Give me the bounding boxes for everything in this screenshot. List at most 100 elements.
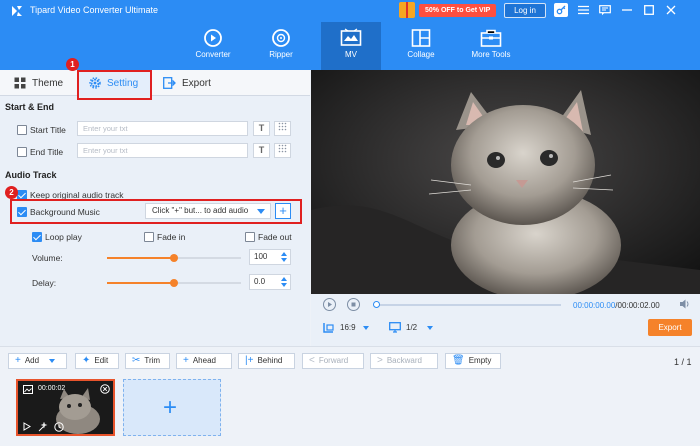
loop-play-label: Loop play	[45, 232, 82, 242]
highlight-box-setting	[77, 70, 152, 100]
fade-out-checkbox[interactable]	[245, 232, 255, 242]
stop-button[interactable]	[347, 298, 360, 311]
login-button[interactable]: Log in	[504, 3, 546, 18]
menu-icon[interactable]	[576, 3, 590, 17]
chat-icon[interactable]	[598, 3, 612, 17]
nav-mv[interactable]: MV	[321, 22, 381, 70]
fade-in-label: Fade in	[157, 232, 186, 242]
main-nav: Converter Ripper MV Collage More Tools	[0, 22, 700, 70]
maximize-icon[interactable]	[642, 3, 656, 17]
end-title-font-button[interactable]: T	[253, 143, 270, 158]
tab-theme-label: Theme	[32, 77, 64, 89]
nav-converter[interactable]: Converter	[183, 22, 243, 70]
nav-mv-label: MV	[345, 50, 357, 59]
chevron-down-icon[interactable]	[49, 359, 56, 363]
timeline-clip[interactable]: 00:00:02	[16, 379, 115, 436]
end-title-input[interactable]: Enter your txt	[77, 143, 248, 158]
forward-icon: <	[309, 355, 315, 366]
ahead-label: Ahead	[192, 356, 216, 365]
fade-in-checkbox[interactable]	[144, 232, 154, 242]
progress-thumb[interactable]	[373, 301, 380, 308]
volume-spinbox[interactable]: 100	[249, 249, 291, 265]
magic-wand-icon[interactable]	[38, 422, 48, 432]
app-logo-icon	[12, 6, 22, 16]
aspect-ratio-value[interactable]: 16:9	[340, 323, 356, 332]
start-title-font-button[interactable]: T	[253, 121, 270, 136]
behind-button[interactable]: |+ Behind	[238, 353, 295, 369]
increment-arrow-icon[interactable]	[281, 252, 287, 256]
decrement-arrow-icon[interactable]	[281, 258, 287, 262]
increment-arrow-icon[interactable]	[281, 277, 287, 281]
nav-collage[interactable]: Collage	[391, 22, 451, 70]
trash-icon: 🗑	[452, 355, 465, 366]
scissors-icon: ✂	[132, 355, 141, 366]
app-title: Tipard Video Converter Ultimate	[30, 5, 159, 15]
promo-banner[interactable]: 50% OFF to Get VIP	[399, 2, 497, 18]
delay-slider-thumb[interactable]	[170, 279, 178, 287]
aspect-ratio-icon	[323, 323, 334, 333]
delay-spinbox[interactable]: 0.0	[249, 274, 291, 290]
time-total: /00:00:02.00	[615, 301, 660, 310]
gift-icon	[399, 2, 415, 18]
trim-button[interactable]: ✂ Trim	[125, 353, 170, 369]
backward-button[interactable]: > Backward	[370, 353, 438, 369]
key-icon[interactable]	[554, 3, 568, 17]
nav-collage-label: Collage	[407, 50, 435, 59]
volume-slider-fill	[107, 257, 174, 259]
time-current: 00:00:00.00	[573, 301, 616, 310]
aspect-ratio-chevron-icon[interactable]	[363, 326, 369, 330]
timeline: 00:00:02 +	[0, 374, 700, 446]
volume-slider-thumb[interactable]	[170, 254, 178, 262]
loop-play-checkbox[interactable]	[32, 232, 42, 242]
theme-grid-icon	[14, 77, 26, 89]
tab-theme[interactable]: Theme	[14, 70, 63, 96]
converter-icon	[204, 29, 222, 47]
start-title-input[interactable]: Enter your txt	[77, 121, 248, 136]
clock-icon[interactable]	[54, 422, 64, 432]
volume-slider[interactable]	[107, 254, 241, 262]
tab-export[interactable]: Export	[163, 70, 211, 96]
start-end-heading: Start & End	[5, 102, 55, 112]
end-title-grid-button[interactable]	[274, 143, 291, 158]
end-title-checkbox[interactable]	[17, 147, 27, 157]
insert-behind-icon: |+	[245, 355, 254, 366]
add-clip-placeholder[interactable]: +	[123, 379, 221, 436]
minimize-icon[interactable]	[620, 3, 634, 17]
highlight-box-background-music	[10, 199, 302, 224]
collage-icon	[411, 29, 431, 47]
nav-ripper[interactable]: Ripper	[251, 22, 311, 70]
clip-toolbar: + Add ✦ Edit ✂ Trim + Ahead |+ Behind < …	[0, 346, 700, 374]
step-badge-1: 1	[66, 58, 79, 71]
plus-icon: +	[163, 394, 178, 421]
nav-more-tools[interactable]: More Tools	[461, 22, 521, 70]
empty-button[interactable]: 🗑 Empty	[445, 353, 501, 369]
start-title-grid-button[interactable]	[274, 121, 291, 136]
trim-label: Trim	[144, 356, 161, 365]
forward-button[interactable]: < Forward	[302, 353, 364, 369]
decrement-arrow-icon[interactable]	[281, 283, 287, 287]
start-title-checkbox[interactable]	[17, 125, 27, 135]
export-button[interactable]: Export	[648, 319, 692, 336]
tab-bar: Theme Setting Export	[0, 70, 310, 96]
volume-icon[interactable]	[679, 298, 691, 310]
ripper-icon	[272, 29, 290, 47]
playback-progress[interactable]	[373, 301, 561, 308]
clip-duration: 00:00:02	[38, 385, 66, 392]
preview-page-value[interactable]: 1/2	[406, 323, 417, 332]
edit-button[interactable]: ✦ Edit	[75, 353, 119, 369]
mv-icon	[340, 28, 362, 46]
delay-slider-fill	[107, 282, 174, 284]
add-button[interactable]: + Add	[8, 353, 67, 369]
play-button[interactable]	[323, 298, 336, 311]
play-icon[interactable]	[23, 422, 31, 431]
close-icon[interactable]	[664, 3, 678, 17]
ahead-button[interactable]: + Ahead	[176, 353, 232, 369]
kitten-preview-image	[311, 70, 700, 294]
edit-label: Edit	[94, 356, 109, 365]
clip-close-icon[interactable]	[100, 384, 110, 394]
end-title-label: End Title	[30, 147, 64, 157]
delay-slider[interactable]	[107, 279, 241, 287]
image-icon	[23, 385, 33, 394]
magic-wand-icon: ✦	[82, 355, 91, 366]
preview-page-chevron-icon[interactable]	[427, 326, 433, 330]
